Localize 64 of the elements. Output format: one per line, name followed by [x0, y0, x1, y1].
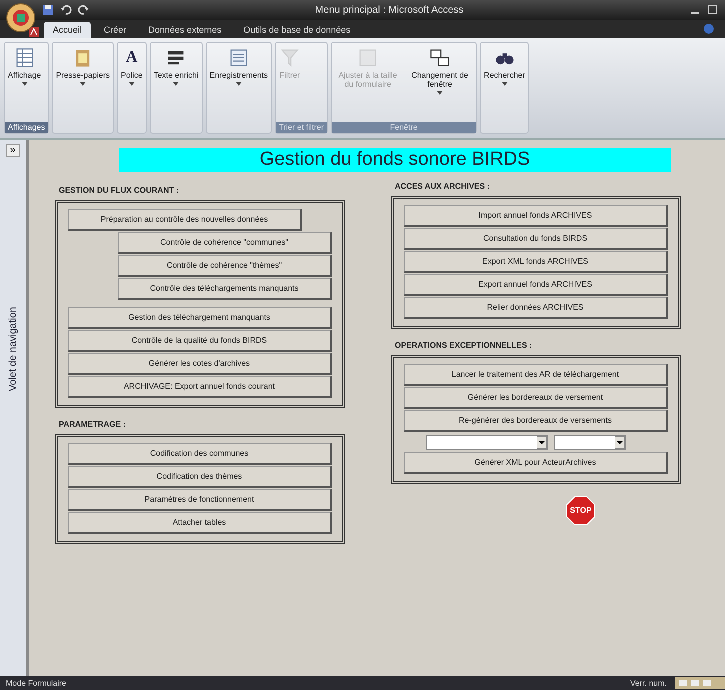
dropdown-arrow-icon[interactable]: [615, 436, 625, 449]
ribbon-tab[interactable]: Données externes: [140, 22, 231, 38]
command-button[interactable]: Contrôle de cohérence "thèmes": [118, 255, 332, 277]
command-button[interactable]: Re-générer des bordereaux de versements: [404, 410, 668, 432]
window-title: Menu principal : Microsoft Access: [314, 4, 465, 16]
ribbon-button[interactable]: Rechercher: [481, 43, 528, 133]
ribbon-tab[interactable]: Outils de base de données: [234, 22, 360, 38]
ribbon-button[interactable]: Enregistrements: [206, 43, 271, 133]
command-button[interactable]: Export XML fonds ARCHIVES: [404, 251, 668, 273]
expand-button[interactable]: »: [6, 144, 20, 157]
command-button[interactable]: Contrôle de cohérence "communes": [118, 232, 332, 254]
window-icon: [357, 47, 380, 69]
command-button[interactable]: Relier données ARCHIVES: [404, 297, 668, 319]
dropdown-arrow-icon[interactable]: [537, 436, 547, 449]
status-text: Mode Formulaire: [6, 678, 66, 688]
windows-icon: [429, 47, 452, 69]
command-button[interactable]: Contrôle des téléchargements manquants: [118, 278, 332, 300]
ribbon-button[interactable]: Texte enrichi: [150, 43, 202, 133]
command-button[interactable]: ARCHIVAGE: Export annuel fonds courant: [68, 376, 332, 398]
font-icon: A: [126, 47, 138, 69]
redo-icon[interactable]: [78, 4, 90, 16]
help-icon[interactable]: [703, 23, 715, 35]
maximize-icon[interactable]: [707, 4, 719, 16]
access-logo-icon: [28, 26, 40, 38]
group-label: Affichages: [5, 122, 48, 133]
dropdown-arrow-icon: [173, 82, 180, 86]
command-button[interactable]: Paramètres de fonctionnement: [68, 489, 332, 511]
dropdown-arrow-icon: [22, 82, 28, 86]
command-button[interactable]: Codification des thèmes: [68, 466, 332, 488]
group-label: Fenêtre: [332, 122, 476, 133]
command-button[interactable]: Générer XML pour ActeurArchives: [404, 452, 668, 474]
ribbon-button[interactable]: A Police: [118, 43, 146, 133]
command-button[interactable]: Générer les bordereaux de versement: [404, 387, 668, 409]
section-title: OPERATIONS EXCEPTIONNELLES :: [395, 341, 534, 350]
ribbon-tab[interactable]: Accueil: [44, 22, 92, 38]
section-title: ACCES AUX ARCHIVES :: [395, 182, 491, 191]
dropdown-arrow-icon: [437, 91, 444, 95]
command-button[interactable]: Contrôle de la qualité du fonds BIRDS: [68, 330, 332, 352]
command-button[interactable]: Export annuel fonds ARCHIVES: [404, 274, 668, 296]
command-button[interactable]: Codification des communes: [68, 443, 332, 465]
command-button[interactable]: Lancer le traitement des AR de téléchargement: [404, 364, 668, 386]
group-label: Trier et filtrer: [276, 122, 328, 133]
form-title: Gestion du fonds sonore BIRDS: [119, 148, 671, 172]
command-button[interactable]: Attacher tables: [68, 512, 332, 534]
section-title: GESTION DU FLUX COURANT :: [59, 186, 180, 195]
command-button[interactable]: Générer les cotes d'archives: [68, 353, 332, 375]
ribbon-tab[interactable]: Créer: [95, 22, 136, 38]
filter-icon: [279, 47, 301, 69]
dropdown-arrow-icon: [128, 82, 135, 86]
command-button[interactable]: Préparation au contrôle des nouvelles données: [68, 209, 302, 231]
status-text: Verr. num.: [630, 678, 667, 688]
command-button[interactable]: Gestion des téléchargement manquants: [68, 307, 332, 329]
stop-button[interactable]: STOP: [566, 496, 596, 526]
save-icon[interactable]: [42, 4, 54, 16]
ribbon-button[interactable]: Presse-papiers: [53, 43, 114, 133]
command-button[interactable]: Import annuel fonds ARCHIVES: [404, 205, 668, 227]
undo-icon[interactable]: [60, 4, 72, 16]
navigation-pane-label[interactable]: Volet de navigation: [8, 307, 18, 392]
dropdown-arrow-icon: [80, 82, 86, 86]
ribbon-button[interactable]: Affichage: [5, 43, 44, 122]
dropdown-arrow-icon: [236, 82, 242, 86]
command-button[interactable]: Consultation du fonds BIRDS: [404, 228, 668, 250]
section-title: PARAMETRAGE :: [59, 420, 127, 429]
dropdown-arrow-icon: [502, 82, 508, 86]
